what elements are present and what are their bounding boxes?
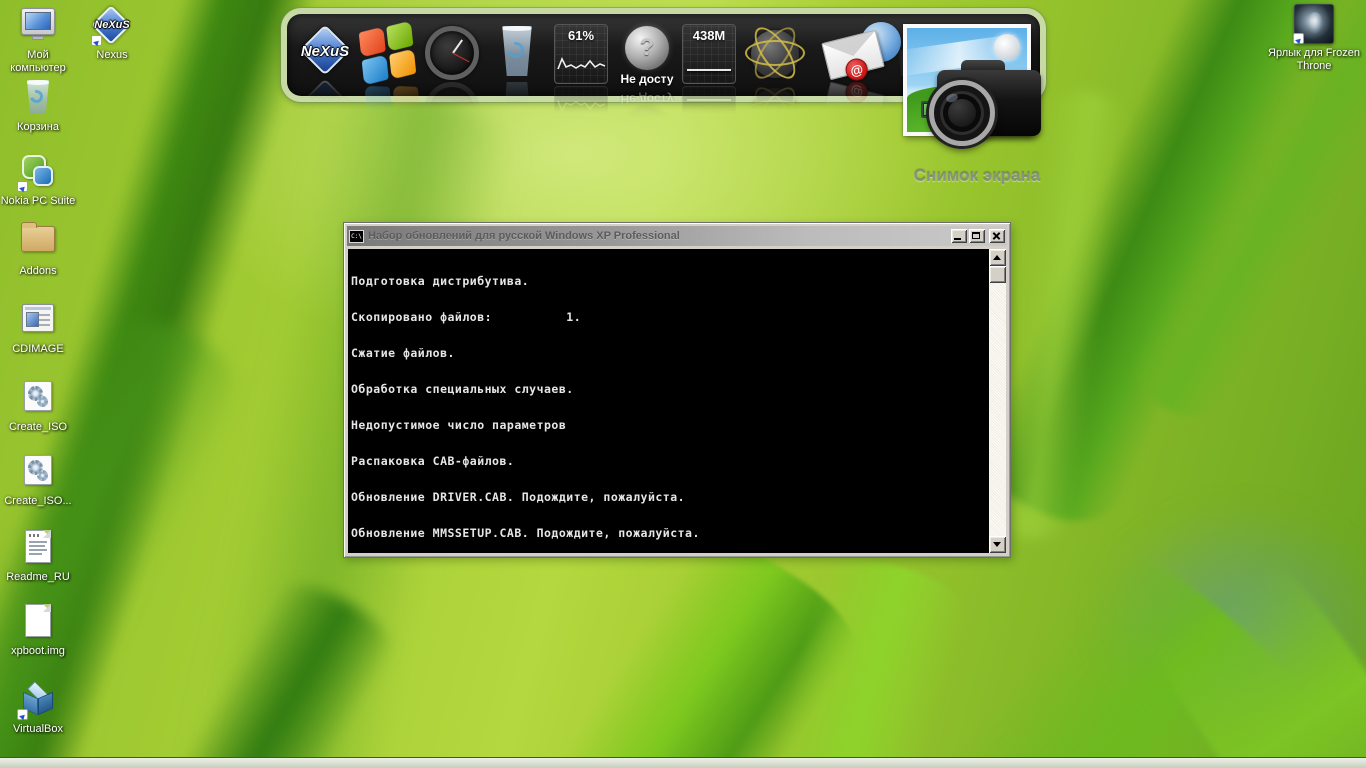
scrollbar-thumb[interactable] — [989, 266, 1006, 283]
dock-item-mail[interactable]: @ — [825, 22, 903, 84]
console-titlebar[interactable]: C:\ Набор обновлений для русской Windows… — [347, 226, 1007, 246]
desktop-icon-addons[interactable]: Addons — [0, 222, 76, 278]
console-line: Обновление DRIVER.CAB. Подождите, пожалу… — [351, 491, 986, 503]
console-client-area: Подготовка дистрибутива. Скопировано фай… — [348, 249, 1006, 553]
network-globe-icon — [747, 26, 803, 82]
icon-label: Create_ISO — [0, 421, 76, 434]
application-window-icon — [16, 300, 60, 340]
desktop-icon-cdimage[interactable]: CDIMAGE — [0, 300, 76, 356]
desktop-icon-create-iso-2[interactable]: Create_ISO... — [0, 452, 76, 508]
icon-label: Nexus — [74, 49, 150, 62]
nexus-logo-icon: NeXuS — [295, 26, 355, 76]
weather-unavailable-icon: ? Не досту — [617, 26, 677, 88]
console-line: Недопустимое число параметров — [351, 419, 986, 431]
dock-item-network[interactable] — [747, 26, 803, 82]
vertical-scrollbar[interactable] — [989, 249, 1006, 553]
folder-icon — [16, 222, 60, 262]
console-line: Подготовка дистрибутива. — [351, 275, 986, 287]
clock-icon — [425, 26, 479, 80]
icon-label: xpboot.img — [0, 645, 76, 658]
dock-item-clock[interactable] — [425, 26, 479, 80]
shortcut-arrow-icon — [1293, 33, 1304, 44]
moon-icon — [994, 34, 1020, 60]
dock-item-recycle-bin[interactable] — [493, 24, 541, 82]
dock-item-screenshot[interactable] — [903, 20, 1053, 166]
icon-label: VirtualBox — [0, 723, 76, 736]
desktop-icon-nokia-pc-suite[interactable]: Nokia PC Suite — [0, 152, 76, 208]
console-line: Обновление MMSSETUP.CAB. Подождите, пожа… — [351, 527, 986, 539]
blank-document-icon — [16, 602, 60, 642]
taskbar-autohide-strip[interactable] — [0, 757, 1366, 768]
dock-item-windows-start[interactable] — [356, 21, 420, 85]
arrow-down-icon — [993, 542, 1001, 547]
maximize-button[interactable] — [969, 229, 985, 243]
envelope-icon: @ — [821, 30, 885, 80]
desktop-icon-virtualbox[interactable]: VirtualBox — [0, 680, 76, 736]
window-title: Набор обновлений для русской Windows XP … — [368, 230, 951, 242]
scroll-down-button[interactable] — [989, 536, 1006, 553]
weather-status-label: Не досту — [617, 72, 677, 86]
icon-label: Readme_RU — [0, 571, 76, 584]
icon-label: Ярлык для Frozen Throne — [1268, 47, 1360, 73]
cpu-usage-value: 61% — [555, 28, 607, 43]
camera-lens-icon — [929, 80, 995, 146]
ram-graph-icon — [687, 69, 731, 71]
my-computer-icon — [16, 6, 60, 46]
desktop-icon-nexus[interactable]: NeXuS Nexus — [74, 6, 150, 62]
close-button[interactable] — [989, 229, 1005, 243]
console-output: Подготовка дистрибутива. Скопировано фай… — [351, 251, 986, 551]
recycle-bin-icon — [16, 78, 60, 118]
at-badge-icon: @ — [843, 56, 870, 83]
icon-label: Create_ISO... — [0, 495, 76, 508]
desktop-icon-recycle-bin[interactable]: Корзина — [0, 78, 76, 134]
nexus-shortcut-icon: NeXuS — [90, 6, 134, 46]
console-line: Распаковка CAB-файлов. — [351, 455, 986, 467]
dock-item-nexus[interactable]: NeXuS — [295, 26, 355, 82]
icon-label: Nokia PC Suite — [0, 195, 76, 208]
cpu-meter-widget: 61% — [554, 24, 608, 84]
icon-label: Мой компьютер — [0, 49, 76, 75]
cpu-graph-icon — [557, 53, 607, 75]
shortcut-arrow-icon — [17, 709, 28, 720]
recycle-bin-icon — [493, 24, 541, 78]
gears-script-icon — [16, 452, 60, 492]
icon-label: CDIMAGE — [0, 343, 76, 356]
ram-usage-value: 438M — [683, 28, 735, 43]
minimize-icon — [954, 238, 961, 240]
nokia-pc-suite-icon — [16, 152, 60, 192]
dock-item-ram-meter[interactable]: 438M — [682, 24, 736, 84]
dock-item-cpu-meter[interactable]: 61% — [554, 24, 608, 84]
icon-label: Addons — [0, 265, 76, 278]
icon-label: Корзина — [0, 121, 76, 134]
desktop-icon-readme-ru[interactable]: Readme_RU — [0, 528, 76, 584]
mail-icon: @ — [825, 22, 903, 80]
frozen-throne-icon — [1292, 4, 1336, 44]
text-document-icon — [16, 528, 60, 568]
question-mark-icon: ? — [625, 34, 669, 62]
console-window-icon: C:\ — [349, 230, 364, 243]
minimize-button[interactable] — [951, 229, 967, 243]
windows-logo-icon — [356, 21, 420, 85]
shortcut-arrow-icon — [17, 181, 28, 192]
console-line: Обработка специальных случаев. — [351, 383, 986, 395]
dock-item-weather[interactable]: ? Не досту — [617, 26, 677, 92]
arrow-up-icon — [993, 255, 1001, 260]
maximize-icon — [972, 232, 980, 239]
desktop-icon-create-iso[interactable]: Create_ISO — [0, 378, 76, 434]
ram-meter-widget: 438M — [682, 24, 736, 84]
desktop-icon-frozen-throne[interactable]: Ярлык для Frozen Throne — [1268, 4, 1360, 73]
desktop-icon-xpboot-img[interactable]: xpboot.img — [0, 602, 76, 658]
virtualbox-cube-icon — [16, 680, 60, 720]
console-line: Сжатие файлов. — [351, 347, 986, 359]
nexus-dock: NeXuS 61% ? Не досту 438M — [281, 8, 1046, 102]
scroll-up-button[interactable] — [989, 249, 1006, 266]
screenshot-caption: Снимок экрана — [902, 166, 1052, 186]
shortcut-arrow-icon — [91, 35, 102, 46]
console-line: Скопировано файлов: 1. — [351, 311, 986, 323]
console-window: C:\ Набор обновлений для русской Windows… — [343, 222, 1011, 558]
desktop-icon-my-computer[interactable]: Мой компьютер — [0, 6, 76, 75]
gears-script-icon — [16, 378, 60, 418]
